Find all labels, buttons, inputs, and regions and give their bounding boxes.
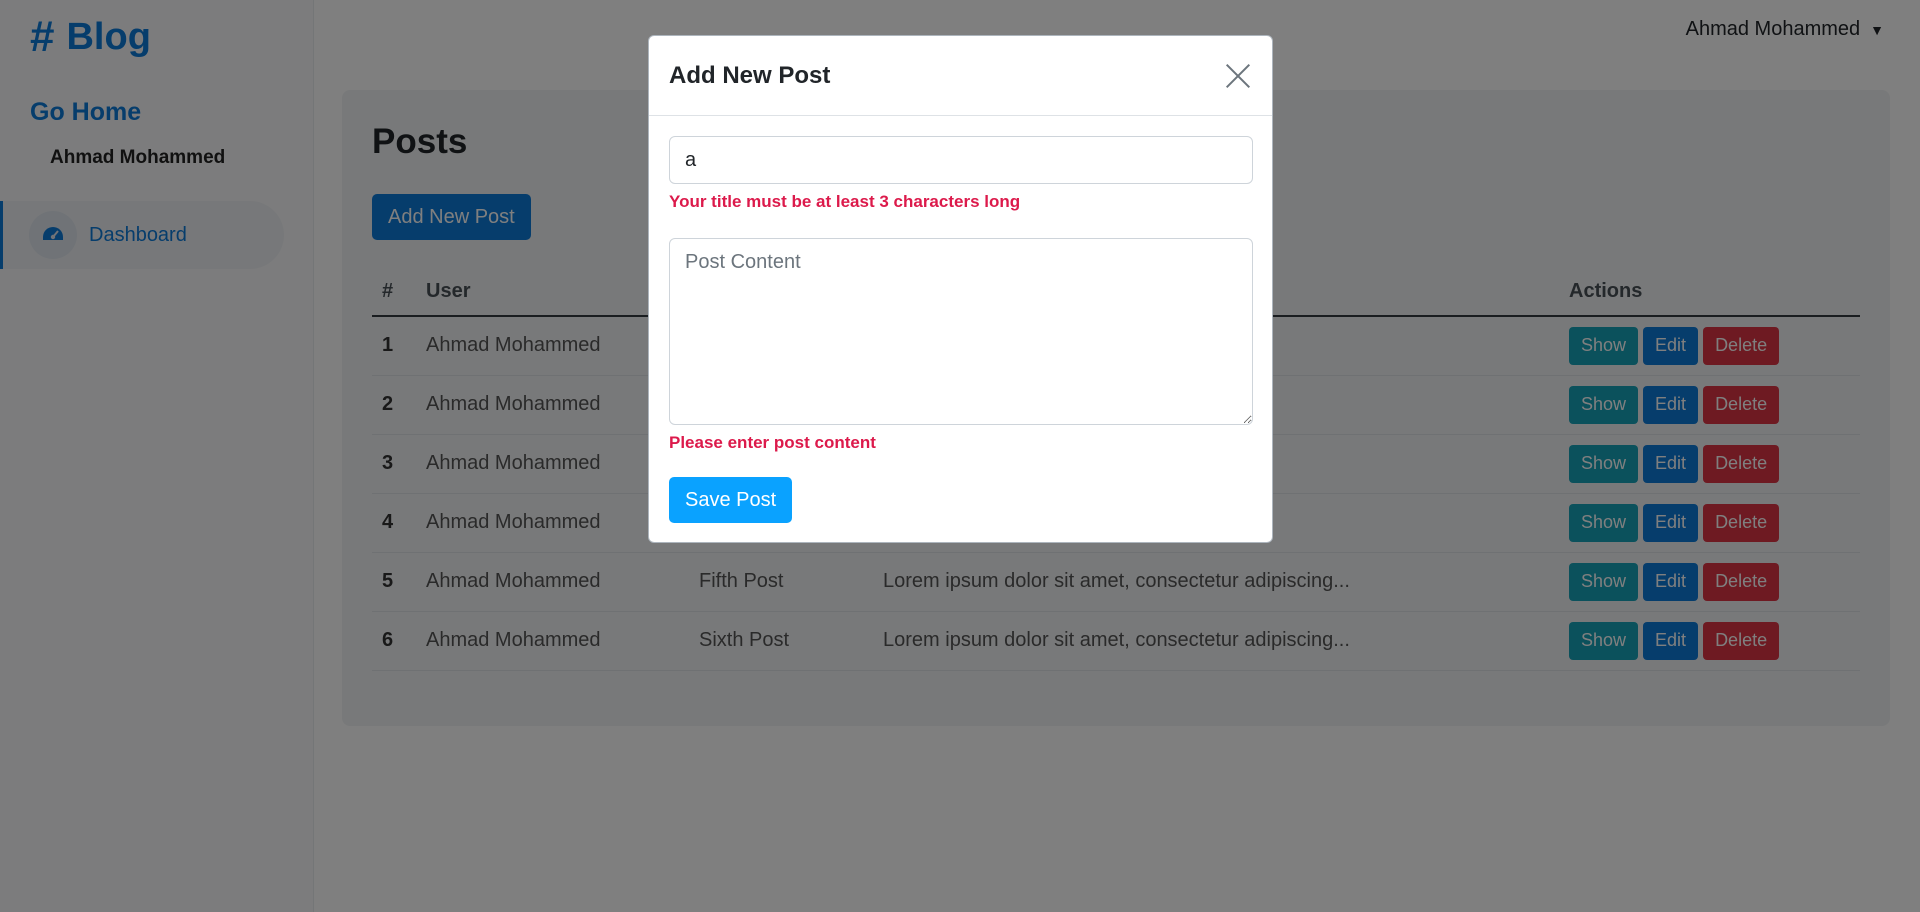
modal-body: Your title must be at least 3 characters… <box>649 116 1272 543</box>
close-icon[interactable] <box>1224 62 1252 90</box>
post-content-textarea[interactable] <box>669 238 1253 425</box>
post-title-input[interactable] <box>669 136 1253 184</box>
content-error-message: Please enter post content <box>669 433 876 452</box>
title-error-message: Your title must be at least 3 characters… <box>669 192 1021 211</box>
modal-title: Add New Post <box>669 61 831 89</box>
save-post-button[interactable]: Save Post <box>669 477 793 523</box>
add-post-modal: Add New Post Your title must be at least… <box>648 35 1273 543</box>
modal-header: Add New Post <box>649 36 1272 116</box>
